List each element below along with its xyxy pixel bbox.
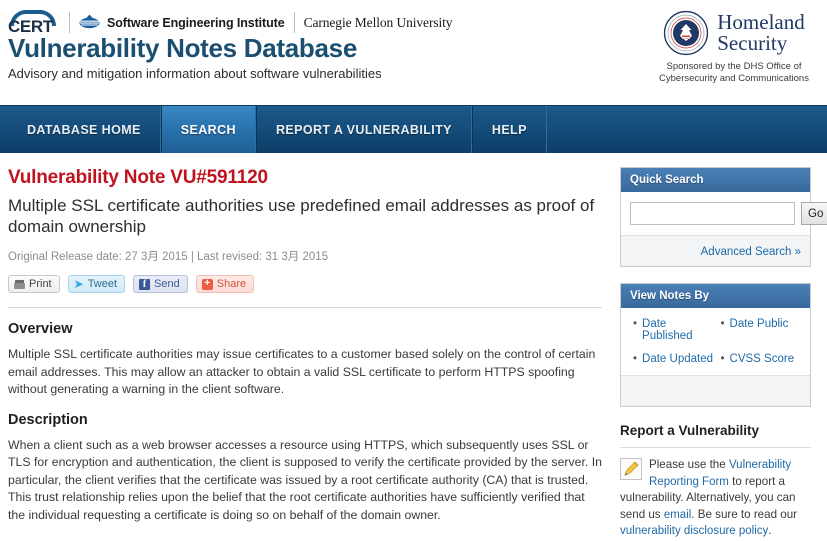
content-divider (8, 307, 602, 308)
tweet-button[interactable]: ➤ Tweet (67, 275, 126, 293)
report-a-vulnerability-text: Please use the Vulnerability Reporting F… (620, 457, 811, 540)
print-button-label: Print (29, 278, 52, 290)
nav-item-report-a-vulnerability[interactable]: REPORT A VULNERABILITY (255, 106, 472, 153)
section-heading-overview: Overview (8, 321, 73, 337)
printer-icon (14, 279, 25, 289)
section-text-overview: Multiple SSL certificate authorities may… (8, 347, 596, 396)
view-notes-by-box: View Notes By • Date Published • Date Pu… (620, 283, 811, 407)
list-item[interactable]: • Date Updated (630, 353, 714, 365)
share-button[interactable]: + Share (195, 275, 255, 293)
quick-search-title: Quick Search (621, 168, 810, 192)
main-content: Vulnerability Note VU#591120 Multiple SS… (8, 153, 620, 540)
vulnerability-disclosure-policy-link[interactable]: vulnerability disclosure policy (620, 525, 768, 537)
bullet-icon: • (720, 318, 725, 330)
page-body: Vulnerability Note VU#591120 Multiple SS… (0, 153, 827, 540)
dhs-line-2: Security (717, 31, 788, 55)
cmu-label: Carnegie Mellon University (303, 14, 453, 30)
site-header: CERT Software Engineering Institute Carn… (0, 0, 827, 105)
dhs-sponsor-text: Sponsored by the DHS Office of Cybersecu… (650, 61, 818, 85)
link-cvss-score[interactable]: CVSS Score (730, 353, 795, 365)
view-notes-by-title: View Notes By (621, 284, 810, 308)
facebook-icon: f (139, 278, 151, 290)
nav-item-help[interactable]: HELP (471, 106, 547, 153)
pencil-icon (620, 458, 642, 480)
nav-item-database-home[interactable]: DATABASE HOME (8, 106, 161, 153)
brand-divider-1 (69, 12, 70, 33)
dhs-seal-icon (663, 10, 709, 56)
bullet-icon: • (720, 353, 725, 365)
view-notes-by-footer (621, 375, 810, 406)
dhs-sponsor-line-1: Sponsored by the DHS Office of (666, 61, 802, 72)
quick-search-footer: Advanced Search » (621, 235, 810, 266)
sei-swoosh-icon (79, 14, 100, 32)
list-item[interactable]: • Date Published (630, 318, 714, 342)
list-item[interactable]: • Date Public (718, 318, 802, 342)
nav-item-search[interactable]: SEARCH (160, 106, 256, 153)
release-dates: Original Release date: 27 3月 2015 | Last… (8, 251, 329, 263)
send-button-label: Send (154, 278, 180, 290)
link-date-published[interactable]: Date Published (642, 318, 713, 342)
plus-share-icon: + (201, 278, 213, 290)
quick-search-box: Quick Search Go Advanced Search » (620, 167, 827, 267)
report-divider (620, 447, 811, 448)
dhs-sponsor-line-2: Cybersecurity and Communications (659, 73, 809, 84)
sei-label: Software Engineering Institute (107, 15, 285, 30)
section-text-description: When a client such as a web browser acce… (8, 437, 602, 522)
dhs-line-1: Homeland (717, 10, 805, 34)
cert-logo-text: CERT (8, 16, 53, 36)
report-a-vulnerability-title: Report a Vulnerability (620, 423, 760, 438)
report-text-1: Please use the (649, 458, 729, 471)
link-date-updated[interactable]: Date Updated (642, 353, 713, 365)
share-button-label: Share (216, 278, 247, 290)
bullet-icon: • (633, 318, 638, 330)
vulnerability-note-title: Multiple SSL certificate authorities use… (8, 196, 595, 236)
print-button[interactable]: Print (8, 275, 60, 293)
view-notes-by-body: • Date Published • Date Public • Date Up… (621, 308, 810, 375)
cert-logo[interactable]: CERT (8, 9, 60, 36)
report-text-3: . Be sure to read our (691, 507, 798, 521)
vulnerability-note-id: Vulnerability Note VU#591120 (8, 167, 268, 188)
tweet-button-label: Tweet (87, 278, 118, 290)
dhs-branding: Homeland Security Sponsored by the DHS O… (649, 10, 819, 85)
list-item[interactable]: • CVSS Score (718, 353, 802, 365)
report-a-vulnerability-block: Report a Vulnerability Please use the Vu… (620, 423, 811, 540)
link-date-public[interactable]: Date Public (730, 318, 789, 330)
sidebar: Quick Search Go Advanced Search » View N… (620, 153, 827, 540)
report-text-4: . (768, 524, 772, 537)
brand-divider-2 (293, 12, 295, 33)
twitter-bird-icon: ➤ (73, 277, 84, 291)
search-input[interactable] (630, 202, 795, 225)
advanced-search-link[interactable]: Advanced Search » (701, 246, 801, 258)
search-go-button[interactable]: Go (801, 202, 827, 225)
facebook-send-button[interactable]: f Send (133, 275, 188, 293)
email-link[interactable]: email (664, 509, 691, 521)
section-heading-description: Description (8, 411, 88, 428)
bullet-icon: • (633, 353, 638, 365)
dhs-wordmark: Homeland Security (717, 12, 804, 54)
main-navigation: DATABASE HOME SEARCH REPORT A VULNERABIL… (0, 105, 827, 153)
share-button-row: Print ➤ Tweet f Send + Share (8, 275, 602, 293)
quick-search-body: Go (621, 192, 827, 235)
